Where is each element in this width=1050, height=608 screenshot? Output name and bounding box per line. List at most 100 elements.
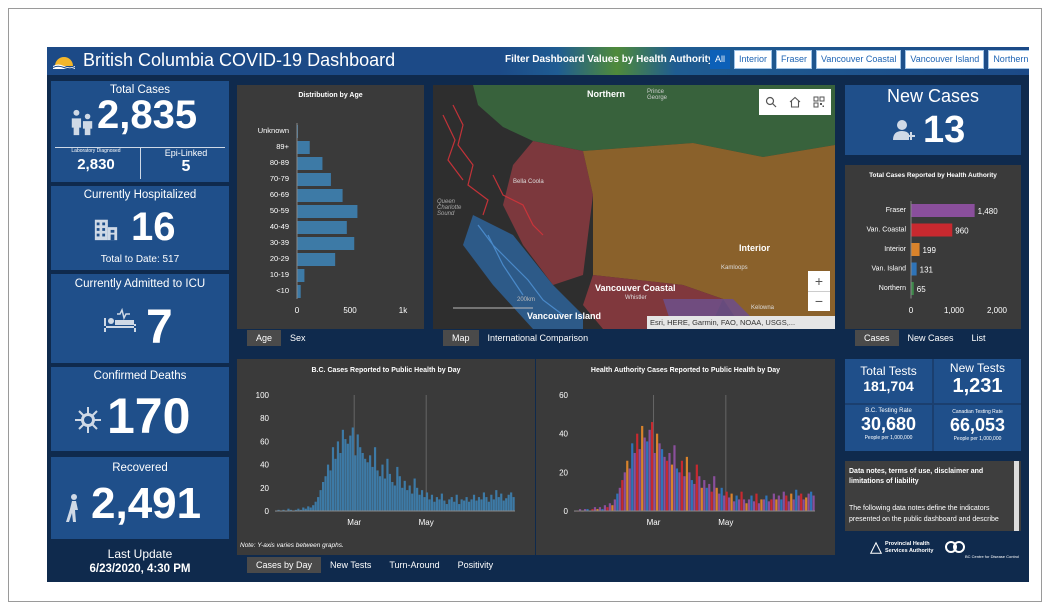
total-cases-value: 2,835 xyxy=(97,93,198,137)
age-x-tick-label: 1k xyxy=(399,306,408,315)
bc-daily-bar xyxy=(369,455,372,511)
bc-daily-bar xyxy=(354,455,357,511)
bc-daily-bar xyxy=(331,447,335,511)
hospitalized-label: Currently Hospitalized xyxy=(83,189,197,201)
tab-turn-around[interactable]: Turn-Around xyxy=(380,557,448,573)
ha-daily-bar xyxy=(775,499,778,511)
age-bar xyxy=(297,189,343,202)
home-icon[interactable] xyxy=(789,96,801,108)
bc-daily-x-tick-label: May xyxy=(419,518,434,527)
bc-daily-bar xyxy=(413,478,416,511)
zoom-in-button[interactable]: + xyxy=(808,271,830,291)
bc-daily-bar xyxy=(458,504,461,511)
new-cases-label: New Cases xyxy=(886,86,980,106)
ha-daily-bar xyxy=(772,493,775,511)
bc-daily-bar xyxy=(336,441,340,511)
notes-scrollbar[interactable] xyxy=(1014,461,1019,531)
filter-northern-button[interactable]: Northern xyxy=(988,50,1029,69)
ha-daily-bar xyxy=(613,499,616,511)
bc-daily-bar xyxy=(477,497,481,511)
ha-daily-bar xyxy=(685,456,688,511)
tab-cases-by-day[interactable]: Cases by Day xyxy=(247,557,322,573)
ha-daily-y-tick-label: 60 xyxy=(559,391,568,400)
bc-daily-bar xyxy=(490,494,493,511)
hospitalized-value: 16 xyxy=(131,205,176,249)
ha-daily-bar xyxy=(710,491,713,511)
bc-daily-bar xyxy=(324,476,327,511)
map-label-kelowna: Kelowna xyxy=(751,305,775,311)
bc-daily-bar xyxy=(371,466,374,511)
ha-chart: Fraser 1,480 Van. Coastal 960 Interior 199 Van… xyxy=(866,201,1008,315)
search-icon[interactable] xyxy=(765,96,777,108)
ha-daily-bar xyxy=(703,480,706,511)
ha-daily-bar xyxy=(683,476,686,511)
bc-daily-bar xyxy=(376,470,379,511)
bc-daily-bar xyxy=(339,453,342,511)
bc-daily-bar xyxy=(344,439,347,511)
lab-diagnosed-label: Laboratory Diagnosed xyxy=(71,148,121,154)
ha-daily-bar xyxy=(660,449,664,511)
bc-daily-bar xyxy=(492,499,495,511)
phsa-logo-text-line2: Services Authority xyxy=(885,548,934,554)
ha-data-label: 199 xyxy=(923,246,937,255)
bc-daily-bar xyxy=(309,507,312,511)
tab-positivity[interactable]: Positivity xyxy=(449,557,503,573)
tab-list[interactable]: List xyxy=(963,330,995,346)
tab-map[interactable]: Map xyxy=(443,330,479,346)
tab-new-cases[interactable]: New Cases xyxy=(899,330,963,346)
bc-daily-bar xyxy=(359,447,362,511)
ha-daily-bar xyxy=(785,495,788,511)
age-tick-label: 30-39 xyxy=(270,238,289,247)
ha-daily-bar xyxy=(593,507,597,511)
ha-tick-label: Northern xyxy=(879,285,906,292)
bc-daily-bar xyxy=(487,501,490,511)
ha-daily-bar xyxy=(708,483,711,511)
bc-daily-bar xyxy=(349,435,352,511)
ha-daily-chart: 0 20 40 60 Mar May xyxy=(559,391,815,527)
person-add-icon xyxy=(893,120,915,140)
ha-daily-bar xyxy=(723,495,726,511)
bc-daily-y-tick-label: 100 xyxy=(256,391,270,400)
dashboard: British Columbia COVID-19 Dashboard Filt… xyxy=(47,47,1029,582)
ha-daily-bar xyxy=(733,501,736,511)
filter-interior-button[interactable]: Interior xyxy=(734,50,773,69)
health-authority-filter: All Interior Fraser Vancouver Coastal Va… xyxy=(710,50,1029,69)
tab-age[interactable]: Age xyxy=(247,330,282,346)
ha-daily-bar xyxy=(752,501,756,511)
map-label-northern: Northern xyxy=(587,89,625,99)
ha-daily-bar xyxy=(730,493,733,511)
ha-daily-bar xyxy=(636,433,639,511)
bc-daily-bar xyxy=(411,493,414,511)
ha-daily-panel: Health Authority Cases Reported to Publi… xyxy=(536,359,835,555)
ha-data-label: 131 xyxy=(920,266,934,275)
age-tick-label: <10 xyxy=(276,286,289,295)
ha-data-label: 65 xyxy=(917,285,926,294)
tab-sex[interactable]: Sex xyxy=(281,330,315,346)
map-label-interior: Interior xyxy=(739,243,771,253)
age-chart: Unknown 89+ 80-89 70-79 60-69 50-59 40-49 30-39… xyxy=(258,123,408,315)
zoom-out-button[interactable]: − xyxy=(808,291,830,311)
ha-daily-bar xyxy=(698,476,701,511)
filter-vancouver-island-button[interactable]: Vancouver Island xyxy=(905,50,985,69)
filter-fraser-button[interactable]: Fraser xyxy=(776,50,813,69)
bc-daily-panel: B.C. Cases Reported to Public Health by … xyxy=(237,359,535,555)
map-label-vancouver-island: Vancouver Island xyxy=(527,311,602,321)
people-icon xyxy=(71,109,93,136)
ha-daily-y-tick-label: 40 xyxy=(559,430,568,439)
filter-all-button[interactable]: All xyxy=(710,50,731,69)
bc-daily-bar xyxy=(495,490,498,511)
qr-code-icon[interactable] xyxy=(813,96,825,108)
ha-daily-bar xyxy=(765,495,768,511)
tab-new-tests[interactable]: New Tests xyxy=(321,557,380,573)
filter-vancouver-coastal-button[interactable]: Vancouver Coastal xyxy=(816,50,902,69)
tab-international-comparison[interactable]: International Comparison xyxy=(479,330,598,346)
map-label-whistler: Whistler xyxy=(625,295,647,301)
tab-cases[interactable]: Cases xyxy=(855,330,899,346)
ha-daily-bar xyxy=(750,495,753,511)
filter-label: Filter Dashboard Values by Health Author… xyxy=(505,54,717,65)
bc-daily-bar xyxy=(480,499,483,511)
ha-daily-bar xyxy=(745,503,748,511)
total-tests-value: 181,704 xyxy=(863,378,914,394)
bc-daily-bar xyxy=(329,470,332,511)
epi-linked-value: 5 xyxy=(181,158,191,175)
